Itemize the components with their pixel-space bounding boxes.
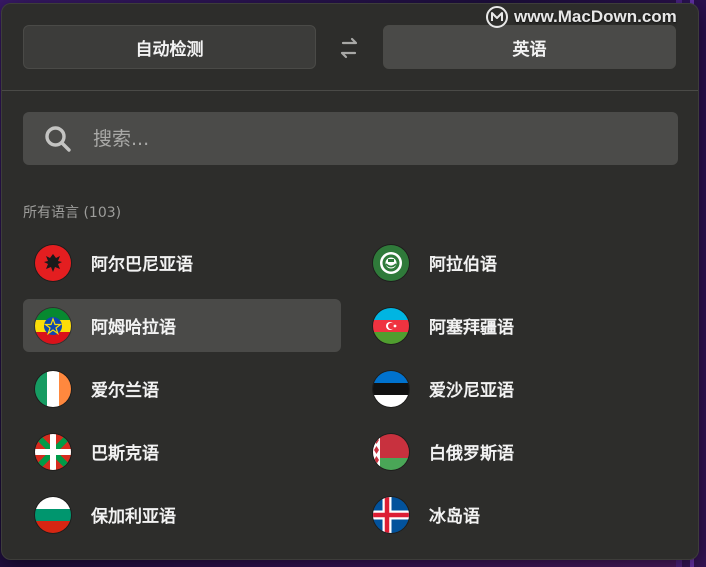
language-item-azerbaijani[interactable]: 阿塞拜疆语 xyxy=(361,299,679,352)
language-label: 阿尔巴尼亚语 xyxy=(91,255,193,275)
belarus-flag-icon xyxy=(373,433,409,470)
azerbaijan-flag-icon xyxy=(373,307,409,344)
ireland-flag-icon xyxy=(35,370,71,407)
swap-arrows-icon[interactable] xyxy=(336,35,362,61)
ethiopia-flag-icon xyxy=(35,307,71,344)
watermark-text: www.MacDown.com xyxy=(514,7,677,26)
basque-flag-icon xyxy=(35,433,71,470)
source-language-label: 自动检测 xyxy=(135,39,204,60)
language-picker-popover: 自动检测 英语 所有语言 (103) 阿尔巴尼亚 xyxy=(1,3,699,560)
language-label: 阿姆哈拉语 xyxy=(91,318,176,338)
language-label: 爱沙尼亚语 xyxy=(429,381,514,401)
search-input[interactable] xyxy=(91,126,635,151)
language-item-irish[interactable]: 爱尔兰语 xyxy=(23,362,341,415)
section-label-all-languages: 所有语言 (103) xyxy=(23,205,122,221)
target-language-button[interactable]: 英语 xyxy=(383,25,676,69)
language-item-albanian[interactable]: 阿尔巴尼亚语 xyxy=(23,236,341,289)
language-label: 阿塞拜疆语 xyxy=(429,318,514,338)
language-label: 爱尔兰语 xyxy=(91,381,159,401)
estonia-flag-icon xyxy=(373,370,409,407)
source-language-button[interactable]: 自动检测 xyxy=(23,25,316,69)
language-item-icelandic[interactable]: 冰岛语 xyxy=(361,488,679,541)
macdown-watermark: www.MacDown.com xyxy=(486,6,677,28)
arabic-flag-icon xyxy=(373,244,409,281)
search-field[interactable] xyxy=(23,112,678,165)
language-item-estonian[interactable]: 爱沙尼亚语 xyxy=(361,362,679,415)
language-label: 巴斯克语 xyxy=(91,444,159,464)
language-grid: 阿尔巴尼亚语 阿拉伯语 阿姆哈拉语 阿塞拜疆语 爱尔兰语 爱沙尼亚语 巴斯克语 … xyxy=(23,236,683,541)
iceland-flag-icon xyxy=(373,496,409,533)
language-item-belarusian[interactable]: 白俄罗斯语 xyxy=(361,425,679,478)
search-icon xyxy=(43,124,73,154)
albania-flag-icon xyxy=(35,244,71,281)
language-item-bulgarian[interactable]: 保加利亚语 xyxy=(23,488,341,541)
target-language-label: 英语 xyxy=(512,39,547,60)
language-label: 冰岛语 xyxy=(429,507,480,527)
macdown-logo-icon xyxy=(486,6,508,28)
language-label: 保加利亚语 xyxy=(91,507,176,527)
language-item-amharic[interactable]: 阿姆哈拉语 xyxy=(23,299,341,352)
bulgaria-flag-icon xyxy=(35,496,71,533)
language-item-arabic[interactable]: 阿拉伯语 xyxy=(361,236,679,289)
language-item-basque[interactable]: 巴斯克语 xyxy=(23,425,341,478)
header-divider xyxy=(2,90,698,91)
language-label: 阿拉伯语 xyxy=(429,255,497,275)
language-label: 白俄罗斯语 xyxy=(429,444,514,464)
